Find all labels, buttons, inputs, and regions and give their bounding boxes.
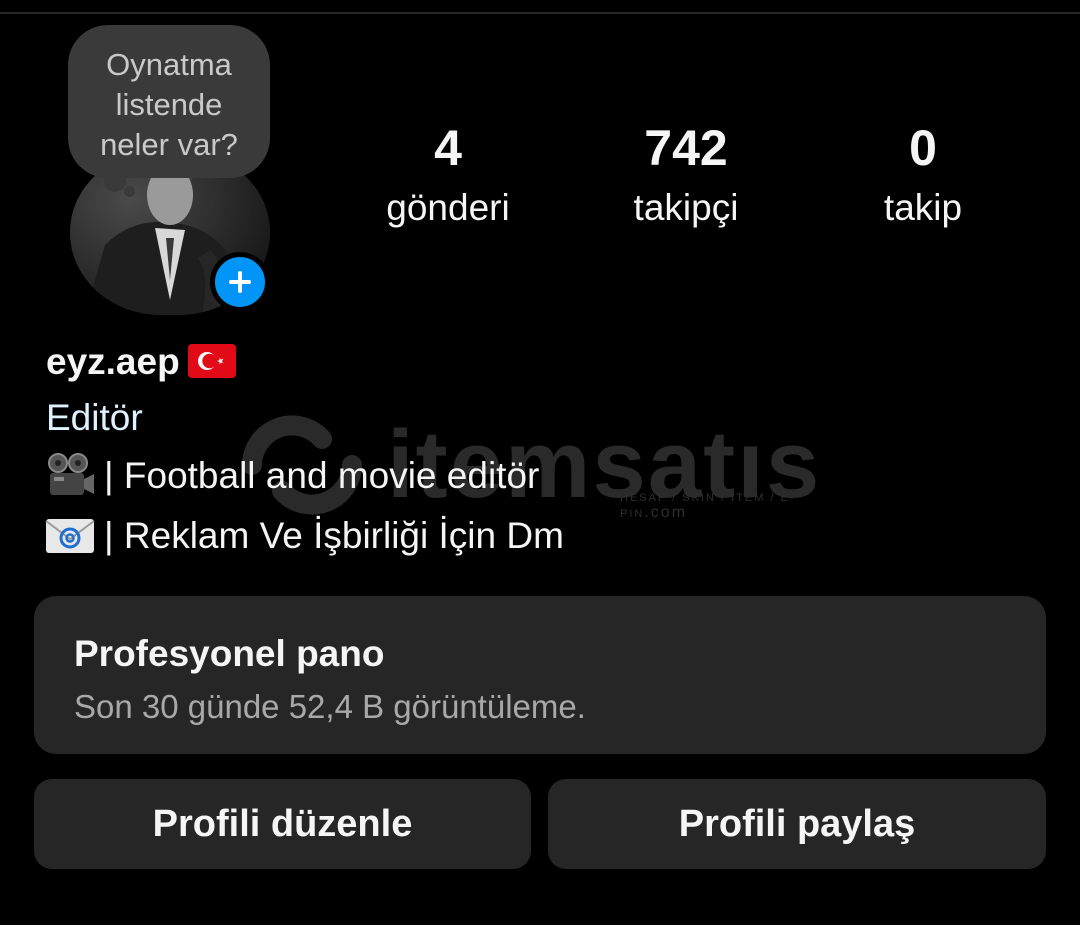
turkey-flag-icon (187, 344, 236, 378)
following-count: 0 (909, 120, 937, 176)
note-text-line: Oynatma (106, 47, 232, 82)
bio-line-text: | Reklam Ve İşbirliği İçin Dm (104, 515, 564, 556)
top-divider (0, 12, 1080, 14)
profile-category: Editör (46, 397, 143, 438)
film-camera-icon (48, 453, 94, 495)
watermark-tagline: HESAP / SKIN / ITEM / E-PIN.com (620, 492, 796, 521)
note-bubble-tail (104, 170, 126, 192)
add-story-button[interactable] (210, 252, 270, 312)
posts-count: 4 (434, 120, 462, 176)
bio-line: | Football and movie editör (44, 452, 539, 500)
posts-label: gönderi (386, 187, 510, 228)
plus-icon (229, 271, 251, 293)
username-text: eyz.aep (46, 341, 180, 382)
note-text-line: neler var? (100, 127, 238, 162)
share-profile-button[interactable]: Profili paylaş (548, 779, 1046, 869)
edit-profile-button[interactable]: Profili düzenle (34, 779, 531, 869)
following-stat[interactable]: 0 takip (813, 118, 1033, 238)
username: eyz.aep (46, 338, 236, 386)
following-label: takip (883, 187, 963, 228)
bio-line-text: | Football and movie editör (104, 455, 540, 496)
dashboard-subtitle: Son 30 günde 52,4 B görüntüleme. (74, 688, 586, 725)
followers-label: takipçi (633, 187, 739, 228)
professional-dashboard-card[interactable]: Profesyonel pano Son 30 günde 52,4 B gör… (34, 596, 1046, 754)
followers-stat[interactable]: 742 takipçi (576, 118, 796, 238)
dashboard-title: Profesyonel pano (74, 633, 385, 674)
note-bubble-tail-small (124, 186, 135, 197)
posts-stat[interactable]: 4 gönderi (338, 118, 558, 238)
note-bubble[interactable]: Oynatma listende neler var? (68, 25, 270, 178)
bio-line: | Reklam Ve İşbirliği İçin Dm (44, 512, 564, 560)
followers-count: 742 (644, 120, 728, 176)
note-text-line: listende (115, 87, 223, 122)
envelope-at-icon (45, 519, 95, 553)
